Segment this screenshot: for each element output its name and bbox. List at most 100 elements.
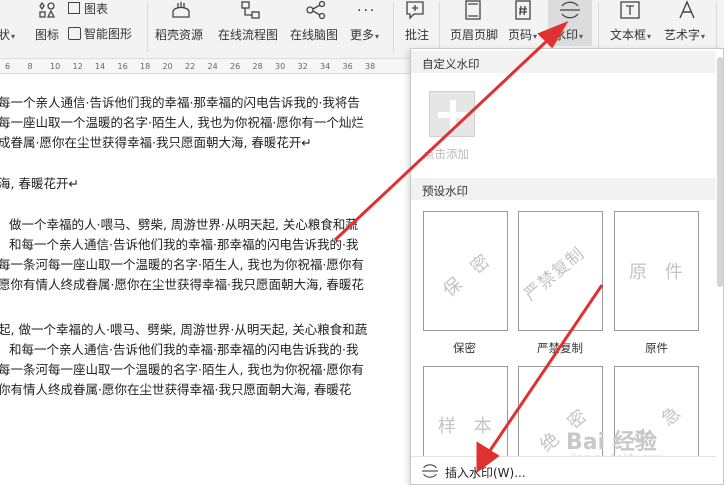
header-footer-label: 页眉页脚 (450, 28, 499, 42)
text-box-label: 文本框 (610, 28, 647, 42)
panel-scrollbar[interactable] (717, 57, 723, 287)
preset-label: 保密 (453, 341, 476, 355)
watermark-dropdown: 自定义水印 点击添加 预设水印 保 密 严禁复制 原 件 保密 严禁复制 原件 … (410, 48, 724, 485)
ruler-tick-label: 36 (342, 62, 353, 71)
smart-art-button[interactable]: 智能图形 (68, 25, 132, 42)
docer-resources-button[interactable]: 稻壳资源 (155, 26, 203, 43)
watermark-preview: 样 本 (438, 416, 498, 437)
document-line: 成眷属·愿你在尘世获得幸福·我只愿面朝大海, 春暖花开↵ (0, 135, 312, 150)
ruler-tick-label: 26 (230, 62, 241, 71)
preset-label: 原件 (645, 341, 668, 355)
document-line: 做一个幸福的人·喂马、劈柴, 周游世界·从明天起, 关心粮食和蔬 (9, 217, 358, 232)
insert-watermark-label: 插入水印(W)... (445, 466, 526, 480)
icon-button[interactable]: 图标 (35, 26, 59, 43)
document-line: 你有情人终成眷属·愿你在尘世获得幸福·我只愿面朝大海, 春暖花 (0, 382, 352, 397)
ruler-tick-label: 16 (117, 62, 128, 71)
watermark-button[interactable]: 水印▾ (548, 0, 592, 46)
ruler-tick-label: 14 (95, 62, 106, 71)
smart-art-icon (68, 27, 81, 40)
docer-resources-label: 稻壳资源 (155, 28, 204, 42)
mind-map-icon (305, 0, 327, 24)
preset-watermark-header: 预设水印 (411, 178, 716, 200)
divider (439, 2, 440, 52)
chevron-down-icon: ▾ (11, 32, 16, 41)
page-number-icon (513, 0, 533, 24)
divider (393, 2, 394, 52)
document-line: 每一个亲人通信·告诉他们我的幸福·那幸福的闪电告诉我的·我将告 (0, 95, 360, 110)
chart-icon (68, 2, 80, 14)
document-body[interactable]: 每一个亲人通信·告诉他们我的幸福·那幸福的闪电告诉我的·我将告 每一座山取一个温… (0, 75, 412, 485)
chevron-down-icon: ▾ (533, 32, 538, 41)
watermark-preview: 保 密 (439, 246, 499, 302)
preset-watermark-original[interactable]: 原 件 (614, 211, 699, 331)
ruler-tick-label: 38 (365, 62, 376, 71)
chevron-down-icon: ▾ (647, 32, 652, 41)
ruler-tick-label: 24 (207, 62, 218, 71)
document-line: 每一条河每一座山取一个温暖的名字·陌生人, 我也为你祝福·愿你有 (0, 257, 364, 272)
preset-label: 严禁复制 (537, 341, 583, 355)
watermark-icon (421, 463, 439, 483)
document-line: 每一条河每一座山取一个温暖的名字·陌生人, 我也为你祝福·愿你有 (0, 362, 364, 377)
divider (147, 2, 148, 52)
word-art-button[interactable]: 艺术字▾ (664, 26, 705, 43)
ruler-tick-label: 34 (320, 62, 331, 71)
horizontal-ruler[interactable]: 6 8 10 12 14 16 18 20 22 24 26 28 30 32 34 36 38 (0, 59, 412, 74)
comment-icon (404, 0, 428, 24)
text-box-button[interactable]: 文本框▾ (610, 26, 651, 43)
page-number-label: 页码 (508, 28, 533, 42)
document-line: 海, 春暖花开↵ (0, 176, 79, 191)
flowchart-icon (240, 0, 262, 24)
ruler-tick-label: 20 (162, 62, 173, 71)
more-icon: ··· (357, 3, 377, 19)
more-label: 更多 (350, 28, 375, 42)
more-button[interactable]: 更多▾ (350, 26, 379, 43)
add-custom-watermark-button[interactable] (429, 91, 475, 137)
chart-label: 图表 (84, 2, 109, 16)
online-mindmap-label: 在线脑图 (290, 28, 339, 42)
watermark-preview: 原 件 (629, 262, 689, 283)
ruler-tick-label: 18 (140, 62, 151, 71)
document-line: 愿你有情人终成眷属·愿你在尘世获得幸福·我只愿面朝大海, 春暖花 (0, 277, 364, 292)
comment-button[interactable]: 批注 (405, 26, 429, 43)
document-line: 每一座山取一个温暖的名字·陌生人, 我也为你祝福·愿你有一个灿烂 (0, 115, 364, 130)
preset-watermark-sample[interactable]: 样 本 (423, 366, 508, 466)
document-line: 起, 做一个幸福的人·喂马、劈柴, 周游世界·从明天起, 关心粮食和蔬 (0, 322, 368, 337)
header-footer-button[interactable]: 页眉页脚 (450, 26, 498, 43)
ruler-tick-label: 28 (252, 62, 263, 71)
icon-label: 图标 (35, 28, 60, 42)
shapes-button[interactable]: 状▾ (0, 26, 15, 43)
ruler-tick-label: 10 (50, 62, 61, 71)
watermark-preview: 严禁复制 (520, 243, 589, 306)
text-box-icon (619, 0, 641, 24)
preset-watermark-no-copy[interactable]: 严禁复制 (518, 211, 603, 331)
watermark-icon (559, 0, 581, 24)
watermark-label: 水印 (554, 28, 579, 42)
add-label: 点击添加 (423, 147, 469, 161)
header-footer-icon (463, 0, 483, 24)
chevron-down-icon: ▾ (579, 32, 584, 41)
divider (598, 2, 599, 52)
wps-writer-window: 状▾ 图标 图表 智能图形 稻壳资源 在线流程图 在线脑图 ··· 更多▾ 批注… (0, 0, 724, 485)
online-flowchart-label: 在线流程图 (218, 28, 279, 42)
docer-resources-icon (170, 0, 192, 24)
online-mindmap-button[interactable]: 在线脑图 (290, 26, 338, 43)
word-art-label: 艺术字 (664, 28, 701, 42)
document-line: 和每一个亲人通信·告诉他们我的幸福·那幸福的闪电告诉我的·我 (9, 342, 359, 357)
ruler-tick-label: 6 (5, 62, 11, 71)
online-flowchart-button[interactable]: 在线流程图 (218, 26, 278, 43)
ruler-tick-label: 30 (275, 62, 286, 71)
icon-library-icon (37, 0, 57, 24)
preset-watermark-secret[interactable]: 保 密 (423, 211, 508, 331)
chart-button[interactable]: 图表 (68, 0, 108, 17)
divider (716, 2, 717, 52)
shapes-label: 状 (0, 28, 11, 42)
page-number-button[interactable]: 页码▾ (508, 26, 537, 43)
custom-watermark-header: 自定义水印 (411, 51, 716, 73)
ruler-tick-label: 12 (72, 62, 83, 71)
chevron-down-icon: ▾ (375, 32, 380, 41)
smart-art-label: 智能图形 (84, 27, 133, 41)
document-line: 和每一个亲人通信·告诉他们我的幸福·那幸福的闪电告诉我的·我 (9, 237, 359, 252)
insert-watermark-button[interactable]: 插入水印(W)... (411, 456, 716, 484)
chevron-down-icon: ▾ (701, 32, 706, 41)
ruler-tick-label: 32 (297, 62, 308, 71)
